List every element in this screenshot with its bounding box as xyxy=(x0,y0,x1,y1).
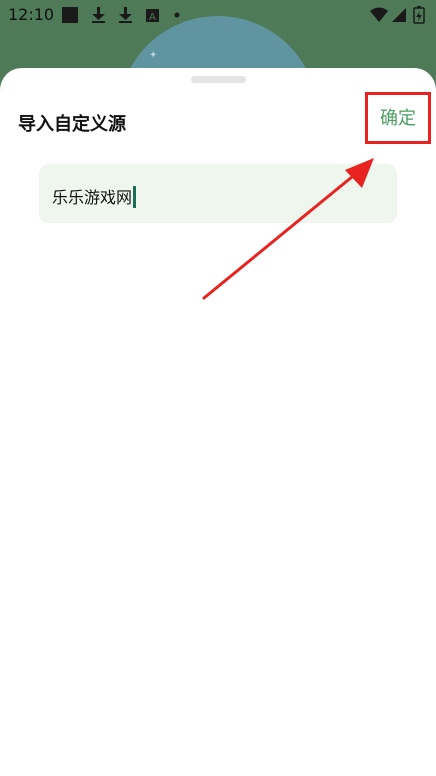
text-cursor xyxy=(133,186,137,208)
download-icon xyxy=(92,7,105,23)
source-input-value: 乐乐游戏网 xyxy=(52,184,137,208)
source-input-field[interactable]: 乐乐游戏网 xyxy=(39,164,397,223)
dot-icon xyxy=(174,12,180,18)
status-notification-icons: A xyxy=(62,7,180,23)
source-input-text: 乐乐游戏网 xyxy=(52,188,133,207)
notification-square-icon xyxy=(62,7,78,23)
font-app-icon: A xyxy=(146,9,159,23)
sheet-title: 导入自定义源 xyxy=(18,114,126,135)
status-system-icons xyxy=(370,6,425,24)
download-icon xyxy=(119,7,132,23)
background-logo-icon: ✦ xyxy=(149,50,158,61)
battery-icon xyxy=(413,6,425,24)
signal-icon xyxy=(392,8,406,22)
wifi-icon xyxy=(370,7,388,22)
status-bar: 12:10 A xyxy=(0,0,436,30)
import-source-sheet: 导入自定义源 确定 乐乐游戏网 xyxy=(0,68,436,776)
status-time: 12:10 xyxy=(8,5,55,24)
annotation-highlight-box xyxy=(365,92,431,144)
svg-text:A: A xyxy=(149,12,156,23)
drag-handle[interactable] xyxy=(191,76,246,83)
